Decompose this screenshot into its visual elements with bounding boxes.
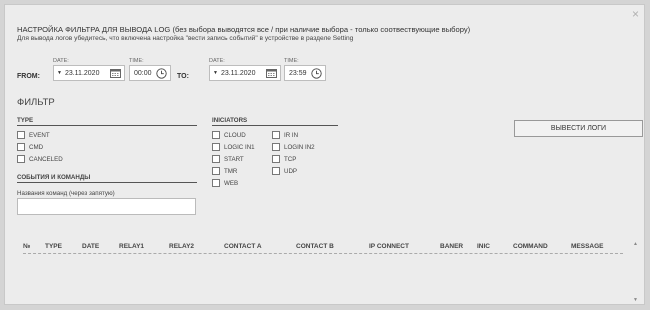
from-date-value: 23.11.2020 — [64, 69, 100, 77]
column-header: BANER — [440, 243, 464, 250]
column-header: CONTACT B — [296, 243, 334, 250]
from-date-label: DATE: — [53, 58, 69, 64]
dialog-subtitle: Для вывода логов убедитесь, что включена… — [17, 35, 354, 42]
checkbox-label: START — [224, 155, 244, 163]
checkbox-label: TCP — [284, 155, 297, 163]
checkbox-tmr[interactable]: TMR — [212, 167, 237, 175]
checkbox-cloud[interactable]: CLOUD — [212, 131, 246, 139]
show-logs-button[interactable]: ВЫВЕСТИ ЛОГИ — [514, 120, 643, 137]
checkbox-box[interactable] — [212, 179, 220, 187]
clock-icon[interactable] — [311, 68, 322, 79]
column-header: RELAY1 — [119, 243, 145, 250]
dialog-title: НАСТРОЙКА ФИЛЬТРА ДЛЯ ВЫВОДА LOG (без вы… — [17, 25, 471, 34]
commands-input[interactable] — [17, 198, 196, 215]
iniciators-group-title: INICIATORS — [212, 117, 248, 124]
checkbox-box[interactable] — [272, 155, 280, 163]
checkbox-box[interactable] — [17, 155, 25, 163]
column-header: INIC — [477, 243, 490, 250]
column-header: DATE — [82, 243, 100, 250]
scroll-down-icon[interactable]: ▼ — [633, 297, 638, 303]
checkbox-tcp[interactable]: TCP — [272, 155, 296, 163]
checkbox-canceled[interactable]: CANCELED — [17, 155, 63, 163]
column-header: TYPE — [45, 243, 62, 250]
checkbox-cmd[interactable]: CMD — [17, 143, 43, 151]
checkbox-box[interactable] — [17, 131, 25, 139]
to-label: TO: — [177, 73, 189, 80]
column-header: № — [23, 243, 31, 250]
events-group-title: СОБЫТИЯ И КОМАНДЫ — [17, 174, 91, 181]
checkbox-label: WEB — [224, 179, 239, 187]
checkbox-box[interactable] — [272, 167, 280, 175]
scroll-up-icon[interactable]: ▲ — [633, 241, 638, 247]
checkbox-box[interactable] — [17, 143, 25, 151]
from-time-value: 00:00 — [134, 69, 152, 77]
checkbox-box[interactable] — [272, 143, 280, 151]
to-date-label: DATE: — [209, 58, 225, 64]
iniciators-divider — [212, 125, 338, 126]
checkbox-label: CLOUD — [224, 131, 246, 139]
checkbox-label: CMD — [29, 143, 44, 151]
checkbox-web[interactable]: WEB — [212, 179, 238, 187]
calendar-icon[interactable] — [266, 68, 277, 78]
column-header: MESSAGE — [571, 243, 604, 250]
to-time-picker[interactable]: 23:59 — [284, 65, 326, 81]
from-time-label: TIME: — [129, 58, 144, 64]
checkbox-box[interactable] — [212, 155, 220, 163]
checkbox-label: IR IN — [284, 131, 299, 139]
to-date-value: 23.11.2020 — [220, 69, 256, 77]
close-icon[interactable]: × — [632, 8, 639, 20]
column-header: CONTACT A — [224, 243, 262, 250]
from-label: FROM: — [17, 73, 40, 80]
type-group-title: TYPE — [17, 117, 34, 124]
filter-title: ФИЛЬТР — [17, 97, 55, 108]
checkbox-box[interactable] — [212, 131, 220, 139]
checkbox-box[interactable] — [272, 131, 280, 139]
clock-icon[interactable] — [156, 68, 167, 79]
checkbox-label: TMR — [224, 167, 238, 175]
checkbox-label: LOGIN IN2 — [284, 143, 315, 151]
checkbox-label: LOGIC IN1 — [224, 143, 255, 151]
log-table: № TYPE DATE RELAY1 RELAY2 CONTACT A CONTACT B I… — [13, 237, 640, 309]
calendar-icon[interactable] — [110, 68, 121, 78]
from-date-picker[interactable]: ▼ 23.11.2020 — [53, 65, 125, 81]
events-divider — [17, 182, 197, 183]
checkbox-ir-in[interactable]: IR IN — [272, 131, 298, 139]
chevron-down-icon: ▼ — [213, 70, 218, 76]
to-time-label: TIME: — [284, 58, 299, 64]
chevron-down-icon: ▼ — [57, 70, 62, 76]
checkbox-label: CANCELED — [29, 155, 63, 163]
log-filter-dialog: × НАСТРОЙКА ФИЛЬТРА ДЛЯ ВЫВОДА LOG (без … — [4, 4, 645, 305]
from-time-picker[interactable]: 00:00 — [129, 65, 171, 81]
column-header: IP CONNECT — [369, 243, 409, 250]
table-divider — [23, 253, 623, 254]
checkbox-udp[interactable]: UDP — [272, 167, 297, 175]
checkbox-logic-in1[interactable]: LOGIC IN1 — [212, 143, 255, 151]
checkbox-label: EVENT — [29, 131, 50, 139]
column-header: COMMAND — [513, 243, 548, 250]
checkbox-login-in2[interactable]: LOGIN IN2 — [272, 143, 315, 151]
checkbox-label: UDP — [284, 167, 298, 175]
checkbox-event[interactable]: EVENT — [17, 131, 50, 139]
to-time-value: 23:59 — [289, 69, 307, 77]
checkbox-box[interactable] — [212, 143, 220, 151]
type-divider — [17, 125, 197, 126]
checkbox-start[interactable]: START — [212, 155, 244, 163]
to-date-picker[interactable]: ▼ 23.11.2020 — [209, 65, 281, 81]
column-header: RELAY2 — [169, 243, 195, 250]
commands-label: Названия команд (через запятую) — [17, 190, 115, 197]
checkbox-box[interactable] — [212, 167, 220, 175]
